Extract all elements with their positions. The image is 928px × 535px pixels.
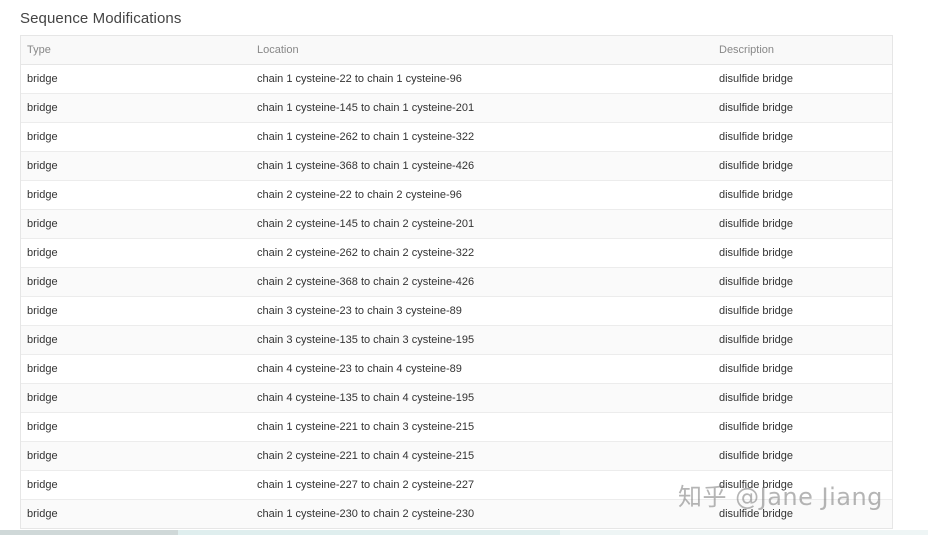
table-row: bridge chain 1 cysteine-262 to chain 1 cy…: [21, 122, 892, 152]
cell-type: bridge: [21, 470, 251, 500]
cell-location: chain 2 cysteine-22 to chain 2 cysteine-…: [251, 180, 713, 210]
cell-type: bridge: [21, 93, 251, 123]
cell-description: disulfide bridge: [713, 441, 892, 471]
column-header-description[interactable]: Description: [713, 36, 892, 65]
cell-description: disulfide bridge: [713, 238, 892, 268]
page: Sequence Modifications Type Location Des…: [0, 0, 928, 535]
cell-description: disulfide bridge: [713, 122, 892, 152]
cell-description: disulfide bridge: [713, 209, 892, 239]
cell-type: bridge: [21, 412, 251, 442]
cell-location: chain 1 cysteine-221 to chain 3 cysteine…: [251, 412, 713, 442]
cell-type: bridge: [21, 325, 251, 355]
cell-location: chain 2 cysteine-262 to chain 2 cysteine…: [251, 238, 713, 268]
cell-description: disulfide bridge: [713, 180, 892, 210]
table-row: bridge chain 4 cysteine-23 to chain 4 cys…: [21, 354, 892, 384]
table-row: bridge chain 2 cysteine-368 to chain 2 cy…: [21, 267, 892, 297]
table-header-row: Type Location Description: [21, 36, 892, 65]
table-row: bridge chain 3 cysteine-23 to chain 3 cys…: [21, 296, 892, 326]
table-row: bridge chain 1 cysteine-145 to chain 1 cy…: [21, 93, 892, 123]
table-row: bridge chain 2 cysteine-262 to chain 2 cy…: [21, 238, 892, 268]
cell-type: bridge: [21, 122, 251, 152]
table-row: bridge chain 2 cysteine-145 to chain 2 cy…: [21, 209, 892, 239]
cell-type: bridge: [21, 151, 251, 181]
table-row: bridge chain 3 cysteine-135 to chain 3 cy…: [21, 325, 892, 355]
cell-location: chain 4 cysteine-23 to chain 4 cysteine-…: [251, 354, 713, 384]
table-row: bridge chain 1 cysteine-221 to chain 3 cy…: [21, 412, 892, 442]
column-header-type[interactable]: Type: [21, 36, 251, 65]
cell-description: disulfide bridge: [713, 267, 892, 297]
cell-description: disulfide bridge: [713, 499, 892, 528]
table-row: bridge chain 1 cysteine-227 to chain 2 cy…: [21, 470, 892, 500]
cell-type: bridge: [21, 209, 251, 239]
cell-description: disulfide bridge: [713, 470, 892, 500]
cell-location: chain 2 cysteine-368 to chain 2 cysteine…: [251, 267, 713, 297]
cell-location: chain 1 cysteine-145 to chain 1 cysteine…: [251, 93, 713, 123]
bottom-divider: [0, 530, 928, 535]
cell-description: disulfide bridge: [713, 412, 892, 442]
table-body: bridge chain 1 cysteine-22 to chain 1 cys…: [21, 65, 892, 528]
cell-type: bridge: [21, 296, 251, 326]
cell-location: chain 2 cysteine-145 to chain 2 cysteine…: [251, 209, 713, 239]
cell-location: chain 2 cysteine-221 to chain 4 cysteine…: [251, 441, 713, 471]
cell-location: chain 4 cysteine-135 to chain 4 cysteine…: [251, 383, 713, 413]
cell-description: disulfide bridge: [713, 296, 892, 326]
cell-description: disulfide bridge: [713, 151, 892, 181]
cell-type: bridge: [21, 354, 251, 384]
table-row: bridge chain 1 cysteine-368 to chain 1 cy…: [21, 151, 892, 181]
cell-location: chain 1 cysteine-368 to chain 1 cysteine…: [251, 151, 713, 181]
cell-description: disulfide bridge: [719, 73, 793, 85]
cell-location: chain 1 cysteine-230 to chain 2 cysteine…: [251, 499, 713, 528]
table-row: bridge chain 1 cysteine-22 to chain 1 cys…: [21, 65, 892, 94]
section-title: Sequence Modifications: [20, 10, 182, 27]
cell-type: bridge: [21, 383, 251, 413]
table-row: bridge chain 2 cysteine-221 to chain 4 cy…: [21, 441, 892, 471]
cell-description: disulfide bridge: [713, 325, 892, 355]
cell-type: bridge: [21, 267, 251, 297]
table-row: bridge chain 1 cysteine-230 to chain 2 cy…: [21, 499, 892, 528]
cell-type: bridge: [21, 441, 251, 471]
cell-description: disulfide bridge: [713, 354, 892, 384]
table-row: bridge chain 2 cysteine-22 to chain 2 cys…: [21, 180, 892, 210]
cell-description: disulfide bridge: [713, 383, 892, 413]
cell-type: bridge: [21, 499, 251, 528]
cell-location: chain 1 cysteine-262 to chain 1 cysteine…: [251, 122, 713, 152]
sequence-modifications-table: Type Location Description bridge chain 1 …: [20, 35, 893, 529]
cell-type: bridge: [21, 180, 251, 210]
cell-location: chain 1 cysteine-22 to chain 1 cysteine-…: [257, 73, 462, 85]
cell-location: chain 1 cysteine-227 to chain 2 cysteine…: [251, 470, 713, 500]
cell-type: bridge: [21, 238, 251, 268]
cell-description: disulfide bridge: [713, 93, 892, 123]
table-row: bridge chain 4 cysteine-135 to chain 4 cy…: [21, 383, 892, 413]
cell-location: chain 3 cysteine-23 to chain 3 cysteine-…: [251, 296, 713, 326]
cell-type: bridge: [27, 73, 58, 85]
cell-location: chain 3 cysteine-135 to chain 3 cysteine…: [251, 325, 713, 355]
column-header-location[interactable]: Location: [251, 36, 713, 65]
